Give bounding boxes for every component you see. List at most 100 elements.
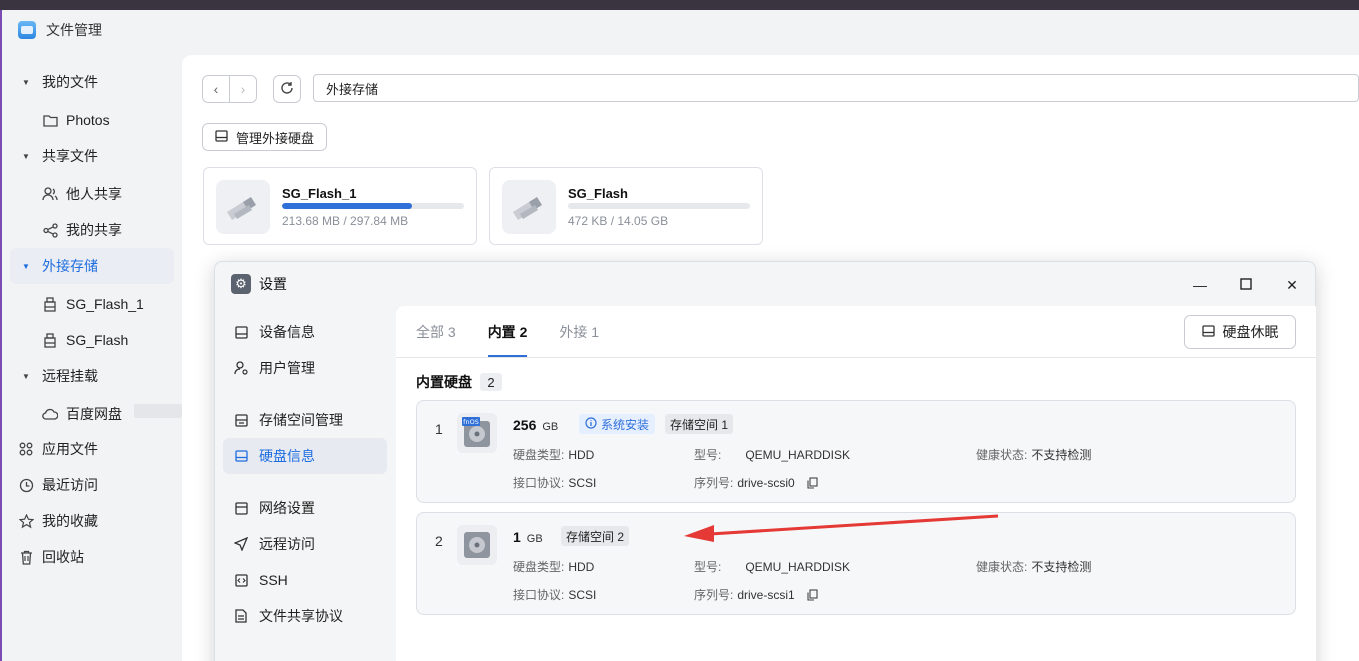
disk-info-content: 全部 3 内置 2 外接 1 硬盘休眠 内置硬盘 2 1 fnOS 256 GB xyxy=(396,306,1316,661)
disk-index: 2 xyxy=(435,533,443,549)
disk-size: 1 GB xyxy=(513,529,543,545)
storage-icon xyxy=(233,412,249,428)
minimize-button[interactable]: — xyxy=(1189,274,1211,296)
device-icon xyxy=(233,324,249,340)
star-icon xyxy=(18,513,34,529)
disk-health: 健康状态: 不支持检测 xyxy=(976,560,1092,574)
drive-card-sg-flash[interactable]: SG_Flash 472 KB / 14.05 GB xyxy=(489,167,763,245)
chevron-right-icon: › xyxy=(240,81,246,97)
maximize-button[interactable] xyxy=(1235,274,1257,296)
section-title: 内置硬盘 2 xyxy=(416,372,502,392)
user-settings-icon xyxy=(233,360,249,376)
usb-drive-icon xyxy=(42,296,58,312)
storage-pool-badge: 存储空间 2 xyxy=(561,526,630,546)
tab-external[interactable]: 外接 1 xyxy=(559,306,599,357)
app-header: 文件管理 xyxy=(18,20,102,40)
folder-icon xyxy=(42,112,58,128)
caret-down-icon: ▼ xyxy=(22,77,30,87)
forward-button[interactable]: › xyxy=(229,76,256,102)
sidebar-item-sg-flash[interactable]: SG_Flash xyxy=(10,322,174,358)
disk-card-1[interactable]: 1 fnOS 256 GB 系统安装 存储空间 1 硬盘类型: HDD 型号: QE… xyxy=(416,400,1296,503)
send-icon xyxy=(233,536,249,552)
sidebar-item-baidu-netdisk[interactable]: 百度网盘 xyxy=(10,396,182,432)
settings-nav-ssh[interactable]: SSH xyxy=(223,562,387,598)
sidebar-item-my-shares[interactable]: 我的共享 xyxy=(10,212,174,248)
disk-model: 型号: QEMU_HARDDISK xyxy=(694,447,851,463)
cloud-icon xyxy=(42,406,58,422)
os-label: fnOS xyxy=(463,418,479,426)
drive-usage-bar xyxy=(282,203,464,209)
settings-window: ⚙ 设置 — ✕ 设备信息 用户管理 存储空间管理 硬盘信息 网络设置 远程访问… xyxy=(214,261,1316,661)
network-icon xyxy=(233,500,249,516)
drive-size: 213.68 MB / 297.84 MB xyxy=(282,214,409,228)
settings-title-bar: ⚙ 设置 xyxy=(231,274,287,294)
disk-model: 型号: QEMU_HARDDISK xyxy=(694,559,851,575)
copy-icon[interactable] xyxy=(807,476,818,489)
settings-nav-network[interactable]: 网络设置 xyxy=(223,490,387,526)
settings-nav-file-sharing-protocol[interactable]: 文件共享协议 xyxy=(223,598,387,634)
tabs-divider xyxy=(396,357,1316,358)
usb-drive-icon xyxy=(42,332,58,348)
settings-nav-disk-info[interactable]: 硬盘信息 xyxy=(223,438,387,474)
sidebar-item-my-files[interactable]: ▼ 我的文件 xyxy=(10,64,174,100)
history-nav: ‹ › xyxy=(202,75,257,103)
hdd-icon xyxy=(233,448,249,464)
drive-size: 472 KB / 14.05 GB xyxy=(568,214,669,228)
sidebar-item-sg-flash-1[interactable]: SG_Flash_1 xyxy=(10,286,174,322)
minimize-icon: — xyxy=(1193,277,1207,293)
usb-drive-icon xyxy=(502,180,556,234)
disk-interface: 接口协议: SCSI xyxy=(513,587,597,603)
hard-disk-icon xyxy=(457,525,497,565)
settings-nav-remote-access[interactable]: 远程访问 xyxy=(223,526,387,562)
sidebar-item-external-storage[interactable]: ▼ 外接存储 xyxy=(10,248,174,284)
drive-name: SG_Flash_1 xyxy=(282,186,357,201)
sidebar-item-favorites[interactable]: 我的收藏 xyxy=(10,503,174,539)
apps-icon xyxy=(18,441,34,457)
settings-nav-device-info[interactable]: 设备信息 xyxy=(223,314,387,350)
disk-serial: 序列号: drive-scsi1 xyxy=(694,586,818,603)
disk-size: 256 GB xyxy=(513,417,559,433)
window-top-strip xyxy=(0,0,1359,10)
disk-sleep-button[interactable]: 硬盘休眠 xyxy=(1184,315,1296,349)
close-button[interactable]: ✕ xyxy=(1281,274,1303,296)
disk-serial: 序列号: drive-scsi0 xyxy=(694,474,818,491)
sidebar-item-photos[interactable]: Photos xyxy=(10,102,174,138)
window-left-edge xyxy=(0,10,2,661)
refresh-icon xyxy=(280,81,294,98)
settings-title: 设置 xyxy=(259,276,287,292)
users-icon xyxy=(42,186,58,202)
path-bar[interactable]: 外接存储 xyxy=(313,74,1359,102)
trash-icon xyxy=(18,549,34,565)
disk-type: 硬盘类型: HDD xyxy=(513,559,595,575)
tab-all[interactable]: 全部 3 xyxy=(416,306,456,357)
code-icon xyxy=(233,572,249,588)
settings-nav-storage[interactable]: 存储空间管理 xyxy=(223,402,387,438)
disk-count-badge: 2 xyxy=(480,373,502,391)
sidebar-item-app-files[interactable]: 应用文件 xyxy=(10,431,174,467)
caret-down-icon: ▼ xyxy=(22,371,30,381)
sidebar-item-trash[interactable]: 回收站 xyxy=(10,539,174,575)
sidebar-item-remote-mount[interactable]: ▼ 远程挂载 xyxy=(10,358,174,394)
file-manager-logo-icon xyxy=(18,21,36,39)
drive-name: SG_Flash xyxy=(568,186,628,201)
share-icon xyxy=(42,222,58,238)
settings-nav-user-management[interactable]: 用户管理 xyxy=(223,350,387,386)
copy-icon[interactable] xyxy=(807,588,818,601)
sidebar-item-shared-by-others[interactable]: 他人共享 xyxy=(10,176,174,212)
drive-card-sg-flash-1[interactable]: SG_Flash_1 213.68 MB / 297.84 MB xyxy=(203,167,477,245)
manage-external-disks-button[interactable]: 管理外接硬盘 xyxy=(202,123,328,151)
back-button[interactable]: ‹ xyxy=(203,76,229,102)
refresh-button[interactable] xyxy=(273,75,301,103)
sidebar-item-recent[interactable]: 最近访问 xyxy=(10,467,174,503)
drive-usage-fill xyxy=(282,203,413,209)
gear-icon: ⚙ xyxy=(231,274,251,294)
sidebar-item-shared-files[interactable]: ▼ 共享文件 xyxy=(10,138,174,174)
disk-type: 硬盘类型: HDD xyxy=(513,447,595,463)
file-protocol-icon xyxy=(233,608,249,624)
tab-internal[interactable]: 内置 2 xyxy=(487,306,527,357)
disk-tabs: 全部 3 内置 2 外接 1 xyxy=(416,306,599,357)
disk-health: 健康状态: 不支持检测 xyxy=(976,448,1092,462)
chevron-left-icon: ‹ xyxy=(213,81,219,97)
hdd-icon xyxy=(1201,324,1215,340)
storage-pool-badge: 存储空间 1 xyxy=(665,414,734,434)
